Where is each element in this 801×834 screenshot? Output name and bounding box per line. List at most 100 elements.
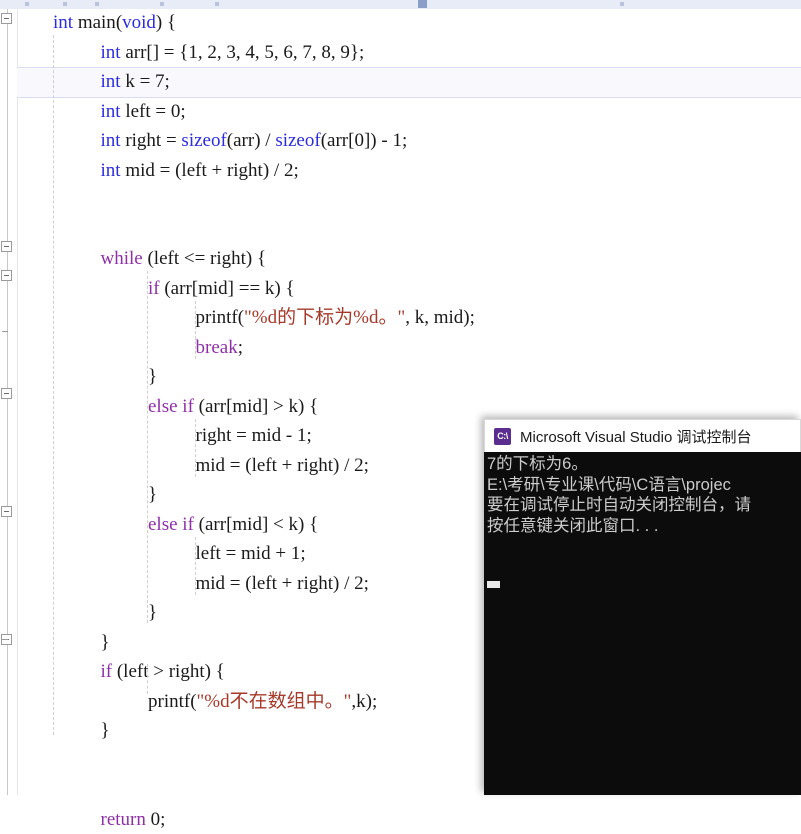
code-token: left = — [125, 101, 171, 122]
code-token: right = mid - — [196, 425, 298, 446]
code-token: if — [182, 514, 194, 535]
indent-guide — [195, 301, 196, 359]
code-token: 1 — [291, 543, 301, 564]
code-token: 0 — [354, 130, 364, 151]
fold-toggle-else-greater[interactable] — [1, 388, 12, 399]
code-line-text: } — [148, 362, 157, 392]
code-line-text: if (arr[mid] == k) { — [148, 274, 295, 304]
code-line[interactable]: int right = sizeof(arr) / sizeof(arr[0])… — [17, 126, 801, 156]
code-token: ; — [238, 337, 243, 358]
console-output-line: 要在调试停止时自动关闭控制台，请 — [485, 495, 801, 516]
code-token: 0 — [151, 809, 161, 830]
code-line-text: printf("%d的下标为%d。", k, mid); — [196, 303, 475, 333]
code-line-text: } — [101, 628, 110, 658]
code-token: "%d的下标为%d。" — [244, 307, 405, 328]
code-line[interactable]: while (left <= right) { — [17, 244, 801, 274]
console-titlebar[interactable]: C:\ Microsoft Visual Studio 调试控制台 — [484, 419, 801, 452]
scrollbar-tick — [95, 2, 99, 6]
code-line[interactable]: return 0; — [17, 805, 801, 834]
code-token: arr[] = { — [125, 42, 188, 63]
code-line-text: else if (arr[mid] > k) { — [148, 392, 318, 422]
code-token: 2 — [354, 455, 364, 476]
code-line-text: right = mid - 1; — [196, 421, 312, 451]
console-window[interactable]: C:\ Microsoft Visual Studio 调试控制台 7的下标为6… — [484, 419, 801, 795]
code-token: int — [101, 101, 126, 122]
code-line[interactable]: if (arr[mid] == k) { — [17, 274, 801, 304]
console-output-line: 7的下标为6。 — [485, 454, 801, 475]
code-token: if — [148, 278, 160, 299]
code-token: 1 — [297, 425, 307, 446]
code-line-text: int left = 0; — [101, 97, 186, 127]
code-token: main — [78, 12, 116, 33]
code-line-text: if (left > right) { — [101, 657, 225, 687]
code-line-text: int right = sizeof(arr) / sizeof(arr[0])… — [101, 126, 408, 156]
code-line-text: else if (arr[mid] < k) { — [148, 510, 318, 540]
code-token: 2 — [284, 160, 294, 181]
code-line[interactable]: else if (arr[mid] > k) { — [17, 392, 801, 422]
fold-toggle-main[interactable] — [1, 13, 12, 24]
indent-guide — [195, 537, 196, 595]
console-title: Microsoft Visual Studio 调试控制台 — [520, 426, 751, 447]
code-token: ,k); — [351, 691, 377, 712]
fold-toggle-else-less[interactable] — [1, 506, 12, 517]
code-token: mid = (left + right) / — [196, 573, 355, 594]
code-token: ; — [402, 130, 407, 151]
code-line-text: } — [101, 716, 110, 746]
code-token: printf( — [148, 691, 197, 712]
indent-guide — [147, 664, 148, 694]
code-line-text: left = mid + 1; — [196, 539, 306, 569]
code-token: else — [148, 514, 178, 535]
code-token: mid = (left + right) / — [125, 160, 284, 181]
console-cursor — [487, 581, 500, 588]
code-token: } — [101, 720, 110, 741]
fold-region-end-tick — [2, 639, 8, 640]
fold-toggle-while[interactable] — [1, 241, 12, 252]
code-token: (arr[mid] == k) { — [160, 278, 295, 299]
console-output-line: E:\考研\专业课\代码\C语言\projec — [485, 475, 801, 496]
code-token: left = mid + — [196, 543, 291, 564]
console-output-line: 按任意键关闭此窗口. . . — [485, 516, 801, 537]
scrollbar-tick — [25, 2, 29, 6]
code-line[interactable]: printf("%d的下标为%d。", k, mid); — [17, 303, 801, 333]
code-token: } — [101, 632, 110, 653]
code-line-text: int mid = (left + right) / 2; — [101, 156, 299, 186]
code-token: int — [101, 130, 126, 151]
code-line-text: printf("%d不在数组中。",k); — [148, 687, 377, 717]
scrollbar-tick — [620, 2, 624, 6]
scrollbar-thumb[interactable] — [418, 0, 427, 8]
code-token: ; — [180, 101, 185, 122]
code-token: (arr[mid] > k) { — [194, 396, 318, 417]
code-token: 7 — [155, 71, 165, 92]
code-line-text: int main(void) { — [53, 8, 176, 38]
indent-guide — [147, 271, 148, 623]
code-line-text: int k = 7; — [101, 67, 170, 97]
code-line[interactable]: int k = 7; — [17, 67, 801, 97]
scrollbar-tick — [215, 2, 219, 6]
fold-margin[interactable] — [0, 9, 18, 795]
code-line[interactable]: } — [17, 362, 801, 392]
scrollbar-tick — [160, 2, 164, 6]
code-line[interactable]: int left = 0; — [17, 97, 801, 127]
cmd-icon-glyph: C:\ — [497, 431, 508, 441]
code-line[interactable]: break; — [17, 333, 801, 363]
code-token: return — [101, 809, 146, 830]
code-token: ; — [300, 543, 305, 564]
code-line[interactable] — [17, 185, 801, 215]
code-token: void — [122, 12, 156, 33]
code-line[interactable]: int mid = (left + right) / 2; — [17, 156, 801, 186]
code-token: if — [101, 661, 113, 682]
code-token: if — [182, 396, 194, 417]
cmd-icon: C:\ — [494, 428, 511, 445]
code-line[interactable]: int main(void) { — [17, 8, 801, 38]
code-line[interactable]: int arr[] = {1, 2, 3, 4, 5, 6, 7, 8, 9}; — [17, 38, 801, 68]
code-line[interactable] — [17, 215, 801, 245]
code-line-text: while (left <= right) { — [101, 244, 267, 274]
scrollbar-tick — [63, 2, 67, 6]
code-token: (arr[ — [321, 130, 355, 151]
console-output-area[interactable]: 7的下标为6。E:\考研\专业课\代码\C语言\projec要在调试停止时自动关… — [484, 452, 801, 795]
fold-toggle-if-equal[interactable] — [1, 270, 12, 281]
code-token: (left <= right) { — [143, 248, 266, 269]
code-token: "%d不在数组中。" — [197, 691, 352, 712]
code-token: (left > right) { — [112, 661, 225, 682]
code-token: ; — [364, 573, 369, 594]
